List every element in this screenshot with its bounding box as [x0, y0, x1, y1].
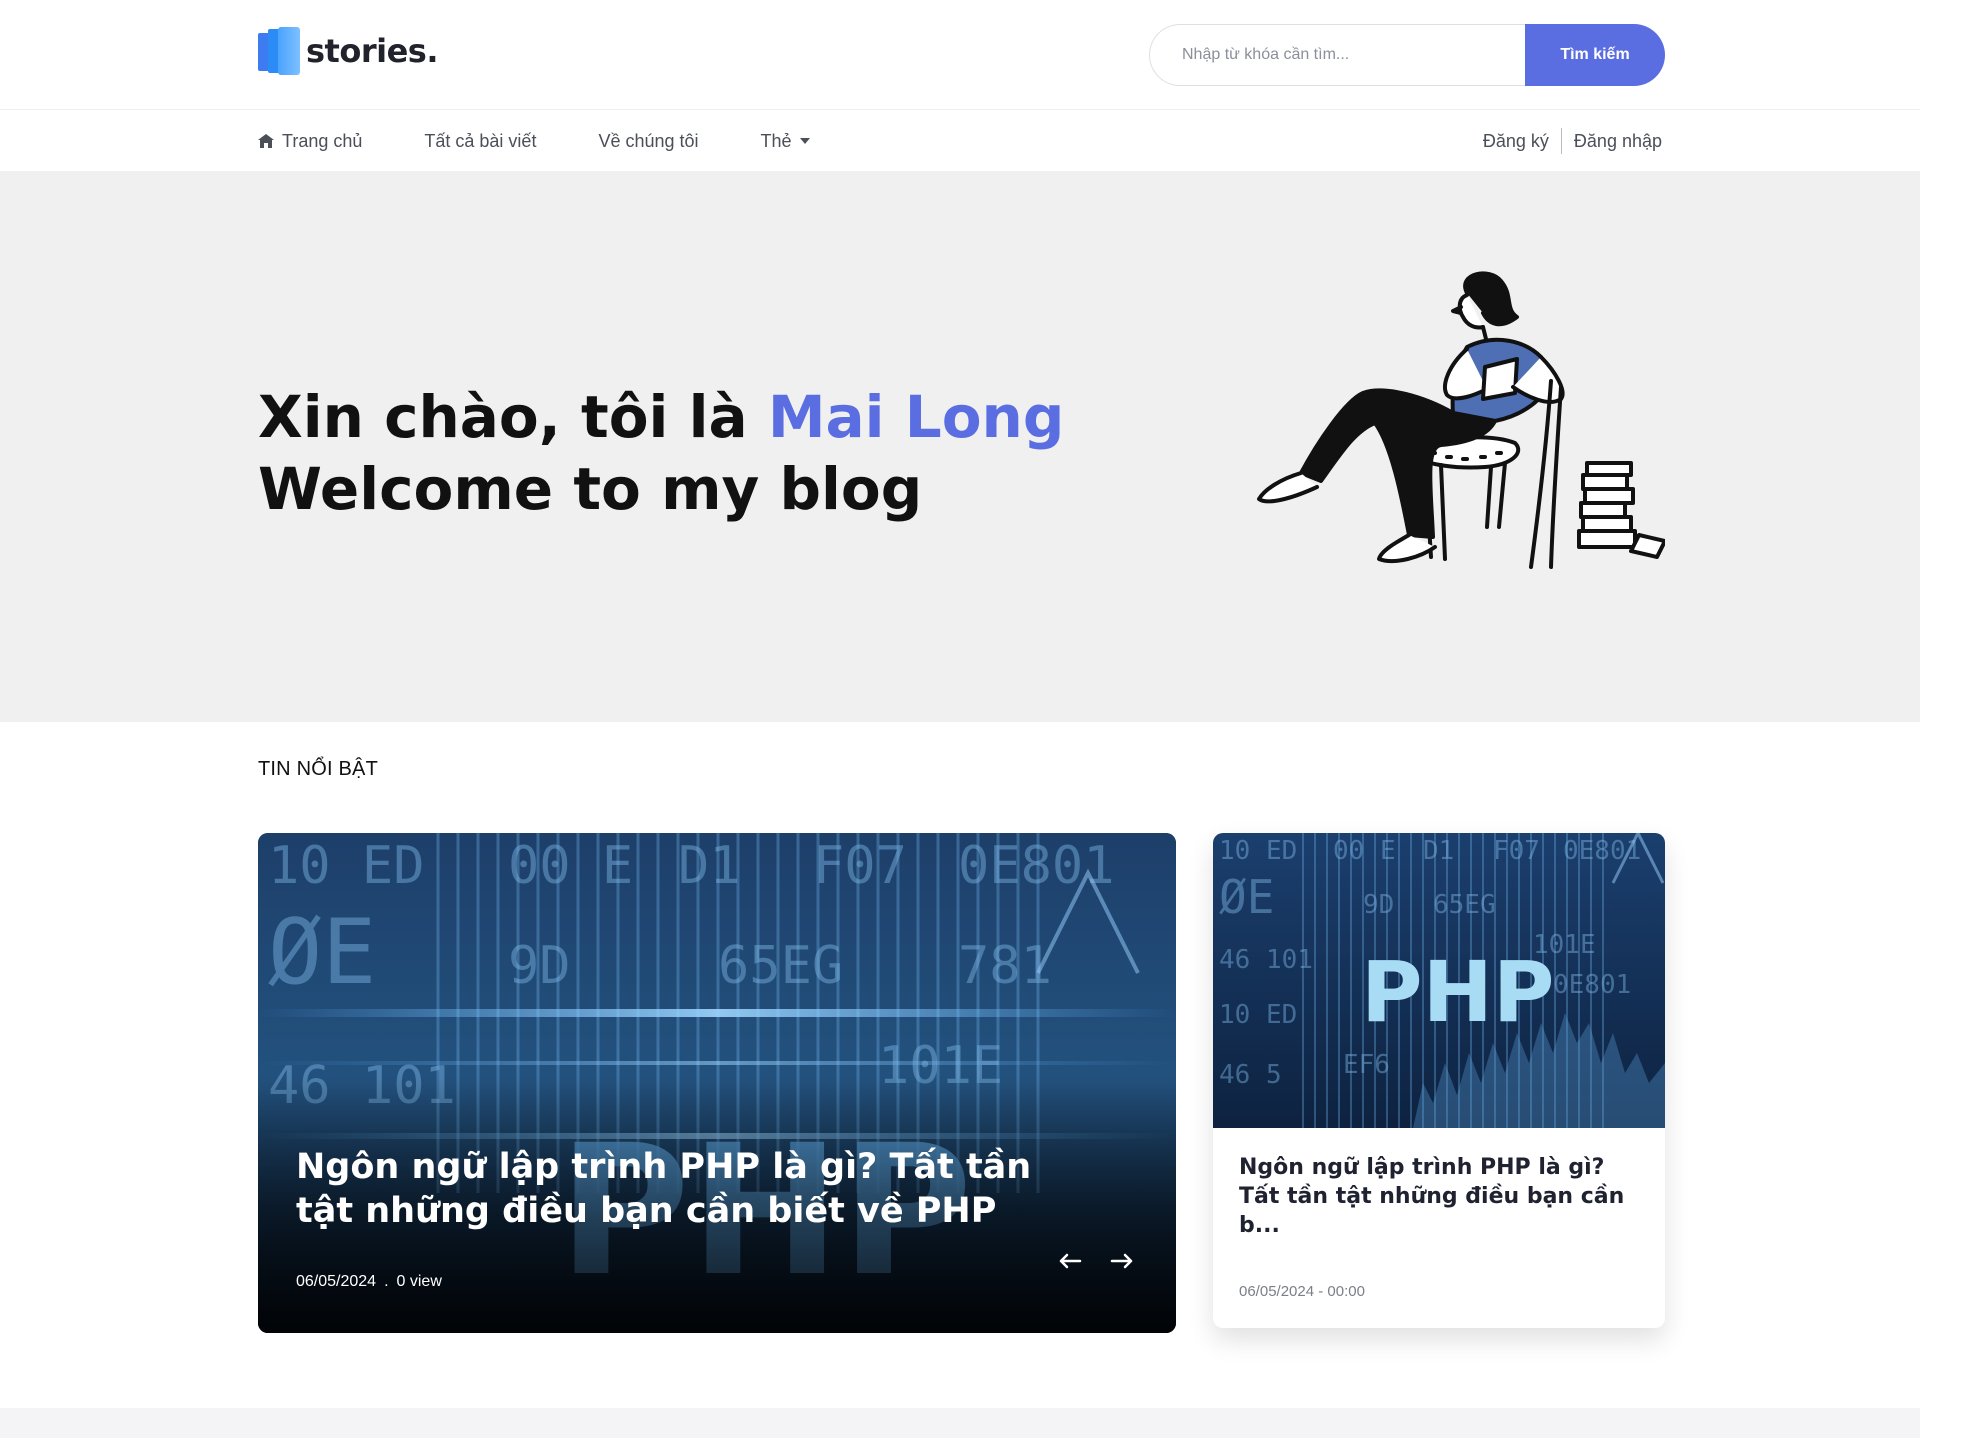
- logo[interactable]: stories.: [258, 27, 438, 75]
- logo-text: stories.: [306, 32, 438, 70]
- svg-text:9D: 9D: [1363, 890, 1394, 920]
- php-thumbnail-image: 10 ED 00 E D1 F07 0E801 ØE 9D 65EG 46 101 101E …: [1213, 833, 1665, 1128]
- svg-text:9D: 9D: [508, 936, 571, 996]
- person-reading-illustration: [1257, 271, 1665, 569]
- featured-side-card[interactable]: 10 ED 00 E D1 F07 0E801 ØE 9D 65EG 46 101 101E …: [1213, 833, 1665, 1328]
- divider: [1560, 128, 1562, 154]
- logo-icon: [258, 27, 300, 75]
- svg-text:ØE: ØE: [268, 900, 376, 1005]
- post-date: 06/05/2024: [296, 1273, 377, 1290]
- main-nav: Trang chủ Tất cả bài viết Về chúng tôi T…: [0, 111, 1920, 171]
- caret-down-icon: [799, 138, 810, 144]
- nav-item-home[interactable]: Trang chủ: [258, 131, 362, 152]
- nav-item-label: Thẻ: [760, 130, 792, 151]
- svg-text:PHP: PHP: [1361, 943, 1554, 1041]
- svg-text:781: 781: [958, 936, 1052, 996]
- meta-separator: .: [384, 1273, 389, 1290]
- svg-text:65EG: 65EG: [1433, 890, 1496, 920]
- register-link[interactable]: Đăng ký: [1483, 131, 1549, 152]
- hero-heading: Xin chào, tôi là Mai Long Welcome to my …: [258, 381, 1064, 525]
- svg-text:0E801: 0E801: [958, 836, 1115, 896]
- nav-item-label: Trang chủ: [282, 130, 363, 151]
- svg-text:EF6: EF6: [1343, 1050, 1390, 1080]
- featured-side-meta: 06/05/2024 - 00:00: [1239, 1283, 1365, 1300]
- post-views: 0 view: [396, 1273, 442, 1290]
- svg-text:00 E: 00 E: [1333, 836, 1396, 866]
- svg-text:10 ED: 10 ED: [1219, 1000, 1297, 1030]
- featured-main-title[interactable]: Ngôn ngữ lập trình PHP là gì? Tất tần tậ…: [296, 1145, 1056, 1233]
- section-title: TIN NỔI BẬT: [258, 758, 378, 780]
- hero-greeting-line: Xin chào, tôi là Mai Long: [258, 381, 1064, 453]
- svg-text:D1: D1: [678, 836, 741, 896]
- search-form: Tìm kiếm: [1149, 24, 1665, 86]
- search-input[interactable]: [1149, 24, 1525, 86]
- svg-text:D1: D1: [1423, 836, 1454, 866]
- arrow-left-icon: [1059, 1253, 1082, 1269]
- svg-text:00 E: 00 E: [508, 836, 633, 896]
- svg-text:ØE: ØE: [1219, 870, 1274, 924]
- header: stories. Tìm kiếm: [0, 0, 1920, 110]
- nav-item-about[interactable]: Về chúng tôi: [598, 131, 698, 152]
- next-section-edge: [0, 1408, 1920, 1438]
- featured-side-title[interactable]: Ngôn ngữ lập trình PHP là gì? Tất tần tậ…: [1239, 1153, 1643, 1240]
- hero-greeting: Xin chào, tôi là: [258, 383, 768, 451]
- svg-text:65EG: 65EG: [718, 936, 843, 996]
- arrow-right-icon: [1110, 1253, 1133, 1269]
- login-link[interactable]: Đăng nhập: [1574, 131, 1662, 152]
- svg-text:F07: F07: [813, 836, 907, 896]
- featured-main-meta: 06/05/2024 . 0 view: [296, 1273, 442, 1291]
- nav-item-all-posts[interactable]: Tất cả bài viết: [424, 131, 536, 152]
- nav-item-label: Tất cả bài viết: [424, 130, 537, 151]
- svg-text:10 ED: 10 ED: [1219, 836, 1297, 866]
- svg-text:46 5: 46 5: [1219, 1060, 1282, 1090]
- home-icon: [258, 134, 274, 148]
- hero-banner: Xin chào, tôi là Mai Long Welcome to my …: [0, 171, 1920, 722]
- hero-subtitle: Welcome to my blog: [258, 455, 923, 523]
- slider-controls: [1038, 1248, 1142, 1274]
- nav-item-label: Về chúng tôi: [598, 130, 699, 151]
- hero-name: Mai Long: [767, 383, 1065, 451]
- svg-text:10 ED: 10 ED: [268, 836, 425, 896]
- svg-text:F07: F07: [1493, 836, 1540, 866]
- prev-arrow-button[interactable]: [1050, 1248, 1090, 1274]
- featured-main-card[interactable]: 10 ED00 ED1F070E801 ØE9D65EG781 46 10110…: [258, 833, 1176, 1333]
- next-arrow-button[interactable]: [1102, 1248, 1142, 1274]
- search-button[interactable]: Tìm kiếm: [1525, 24, 1665, 86]
- nav-item-tags-dropdown[interactable]: Thẻ: [761, 131, 810, 152]
- svg-text:46 101: 46 101: [1219, 945, 1313, 975]
- svg-text:0E801: 0E801: [1553, 970, 1631, 1000]
